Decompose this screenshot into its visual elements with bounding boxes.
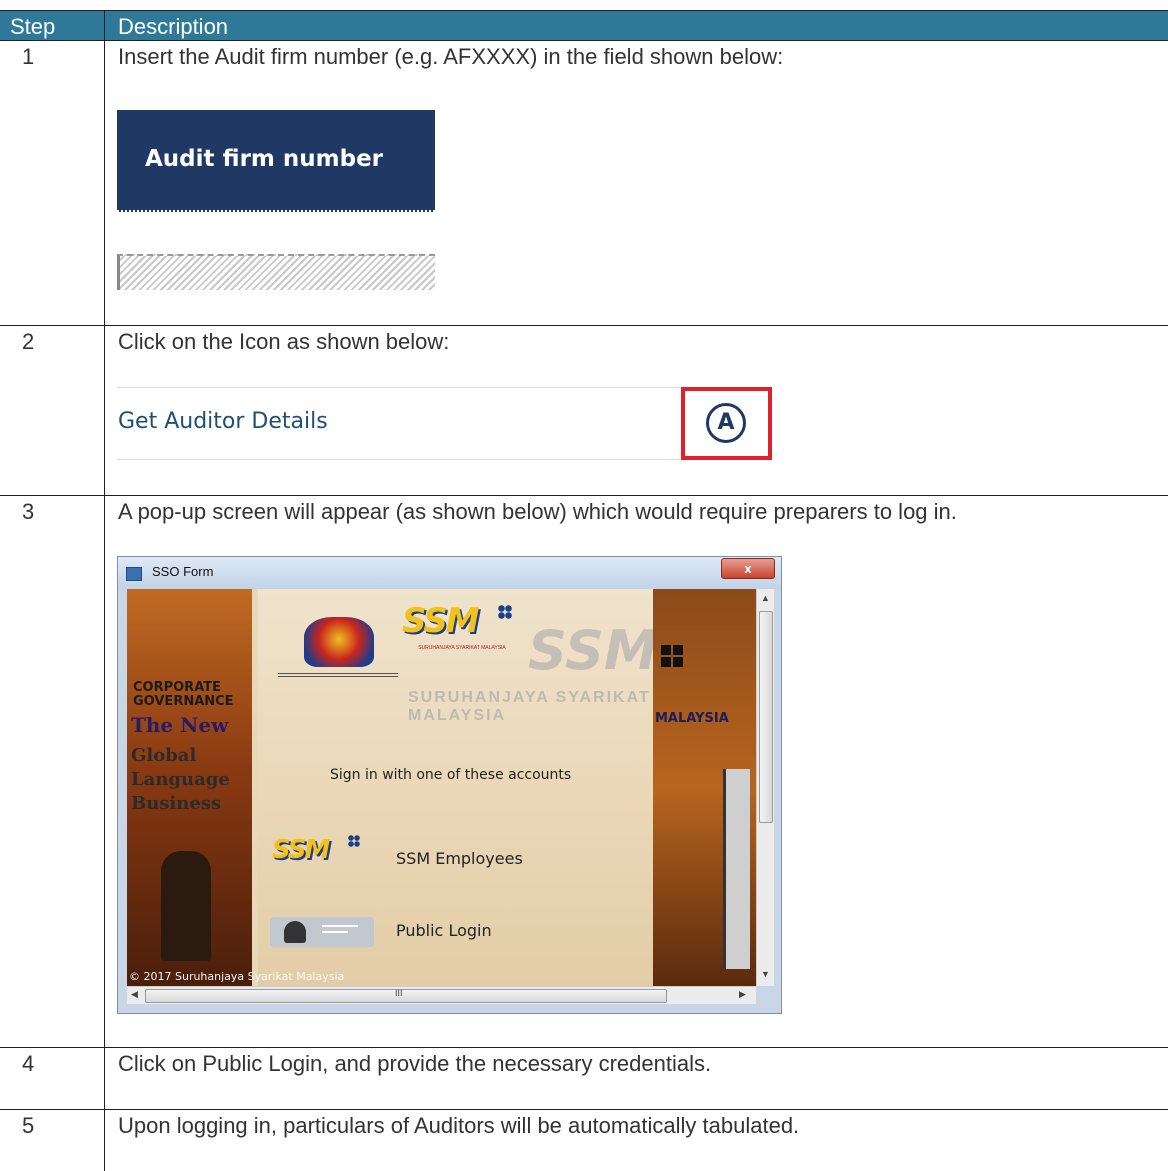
step-number: 4 bbox=[22, 1051, 35, 1076]
table-border-top bbox=[0, 10, 1168, 11]
scroll-thumb bbox=[759, 611, 773, 823]
step-description: A pop-up screen will appear (as shown be… bbox=[118, 499, 957, 524]
ssm-logo: SSM bbox=[402, 601, 480, 641]
logo-square bbox=[673, 645, 683, 655]
photo-text-block: Global Language Business bbox=[131, 744, 230, 816]
person-icon bbox=[284, 921, 306, 943]
row-divider bbox=[0, 1109, 1168, 1110]
get-auditor-details-label: Get Auditor Details bbox=[118, 409, 328, 434]
vertical-scrollbar: ▲ ▼ bbox=[756, 589, 774, 986]
login-panel: SSM SURUHANJAYA SYARIKAT MALAYSIA SSM SU… bbox=[258, 589, 658, 986]
left-photo-panel: CORPORATE GOVERNANCE The New Global Lang… bbox=[127, 589, 252, 986]
app-window-icon bbox=[126, 567, 142, 581]
ssm-logo-dots-icon bbox=[498, 605, 512, 619]
ssm-employees-option: SSM Employees bbox=[396, 849, 523, 868]
row-divider bbox=[0, 40, 1168, 41]
scroll-up-icon: ▲ bbox=[761, 593, 770, 603]
person-silhouette bbox=[161, 851, 211, 961]
step-description: Click on the Icon as shown below: bbox=[118, 329, 450, 354]
public-login-option: Public Login bbox=[396, 921, 492, 940]
step-description: Upon logging in, particulars of Auditors… bbox=[118, 1113, 800, 1138]
step-number: 3 bbox=[22, 499, 35, 524]
right-photo-panel: MALAYSIA bbox=[653, 589, 756, 986]
ssm-logo-dots-icon bbox=[348, 835, 360, 847]
divider bbox=[117, 459, 682, 460]
scroll-down-icon: ▼ bbox=[761, 969, 770, 979]
scroll-thumb bbox=[145, 989, 667, 1003]
photo-text: Language bbox=[131, 769, 230, 790]
step-description: Click on Public Login, and provide the n… bbox=[118, 1051, 712, 1076]
logo-square bbox=[661, 657, 671, 667]
scroll-grip: III bbox=[395, 988, 403, 998]
photo-text: Global bbox=[131, 745, 197, 766]
step-number: 5 bbox=[22, 1113, 35, 1138]
steps-table: Step Description 1 Insert the Audit firm… bbox=[0, 0, 1168, 1171]
photo-text: Business bbox=[131, 793, 222, 814]
logo-square bbox=[661, 645, 671, 655]
row-divider bbox=[0, 495, 1168, 496]
logo-square bbox=[673, 657, 683, 667]
ssm-logo-caption: SURUHANJAYA SYARIKAT MALAYSIA bbox=[418, 645, 506, 651]
header-description: Description bbox=[118, 14, 229, 39]
table-header: Step Description bbox=[0, 10, 1168, 40]
photo-text: CORPORATE bbox=[133, 680, 221, 695]
malaysia-crest-logo bbox=[304, 617, 374, 667]
window-titlebar: SSO Form x bbox=[118, 557, 781, 589]
crest-caption bbox=[278, 673, 398, 677]
row-divider bbox=[0, 325, 1168, 326]
divider bbox=[117, 387, 682, 388]
ssm-employees-logo: SSM bbox=[272, 835, 330, 865]
card-line bbox=[322, 931, 348, 933]
audit-firm-number-label-image: Audit firm number bbox=[117, 110, 435, 212]
get-auditor-details-button-highlight: A bbox=[681, 387, 772, 460]
corporate-governance-text: CORPORATE GOVERNANCE bbox=[133, 681, 234, 709]
window-body: CORPORATE GOVERNANCE The New Global Lang… bbox=[127, 589, 756, 986]
window-title: SSO Form bbox=[152, 564, 214, 579]
signin-prompt: Sign in with one of these accounts bbox=[330, 767, 572, 783]
public-login-id-card-icon bbox=[270, 917, 374, 947]
row-divider bbox=[0, 1047, 1168, 1048]
audit-firm-number-label: Audit firm number bbox=[145, 146, 384, 172]
column-divider bbox=[104, 10, 105, 1171]
step-description: Insert the Audit firm number (e.g. AFXXX… bbox=[118, 44, 784, 69]
step-number: 2 bbox=[22, 329, 35, 354]
header-step: Step bbox=[10, 14, 56, 39]
watermark-subtitle: SURUHANJAYA SYARIKAT MALAYSIA bbox=[408, 689, 651, 724]
photo-text: The New bbox=[131, 713, 229, 737]
close-icon: x bbox=[721, 558, 775, 579]
flag bbox=[723, 769, 750, 969]
copyright-footer: © 2017 Suruhanjaya Syarikat Malaysia bbox=[129, 970, 345, 983]
card-line bbox=[322, 925, 358, 927]
ssm-watermark: SSM bbox=[528, 619, 658, 682]
step-number: 1 bbox=[22, 44, 35, 69]
scroll-left-icon: ◀ bbox=[131, 989, 138, 999]
audit-firm-number-field bbox=[117, 254, 435, 290]
horizontal-scrollbar: ◀ III ▶ bbox=[127, 986, 756, 1004]
auditor-a-circle-icon: A bbox=[706, 403, 746, 443]
malaysia-banner-text: MALAYSIA bbox=[655, 711, 729, 726]
scroll-right-icon: ▶ bbox=[739, 989, 746, 999]
sso-form-window-screenshot: SSO Form x CORPORATE GOVERNANCE The New … bbox=[117, 556, 782, 1014]
photo-text: GOVERNANCE bbox=[133, 694, 234, 709]
